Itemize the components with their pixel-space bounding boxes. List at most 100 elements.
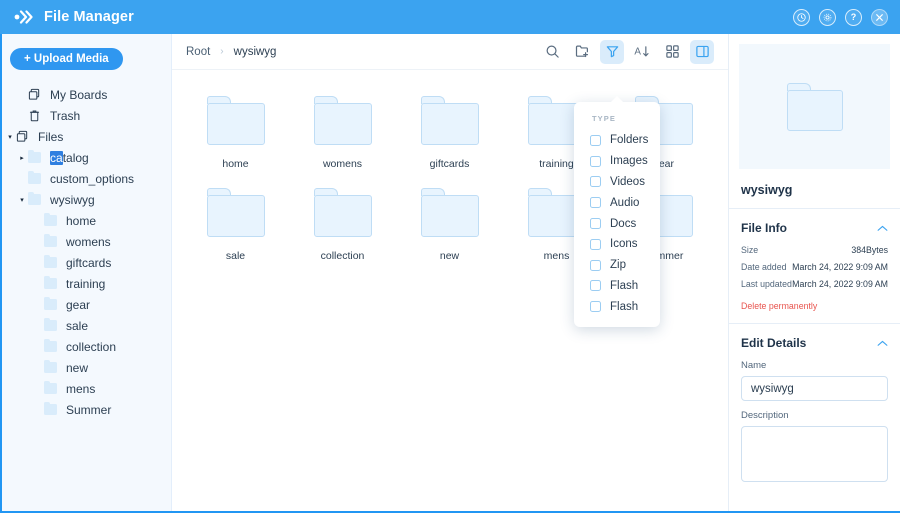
sidebar-item-label: Files bbox=[38, 129, 64, 144]
folder-icon bbox=[28, 149, 45, 163]
chevron-down-icon[interactable]: ▾ bbox=[16, 196, 28, 204]
edit-details-header[interactable]: Edit Details bbox=[741, 336, 888, 350]
label-rest: talog bbox=[62, 150, 89, 165]
sidebar-item-label: My Boards bbox=[50, 87, 108, 102]
details-item-name: wysiwyg bbox=[741, 183, 793, 197]
sidebar-item-mens[interactable]: mens bbox=[2, 378, 171, 399]
sidebar-item-summer[interactable]: Summer bbox=[2, 399, 171, 420]
grid-item-giftcards[interactable]: giftcards bbox=[396, 96, 503, 170]
filter-option-images[interactable]: Images bbox=[574, 151, 660, 172]
sidebar-item-giftcards[interactable]: giftcards bbox=[2, 252, 171, 273]
sidebar-item-wysiwyg[interactable]: ▾ wysiwyg bbox=[2, 189, 171, 210]
sidebar-item-label: Trash bbox=[50, 108, 81, 123]
checkbox-icon[interactable] bbox=[590, 155, 601, 167]
details-panel: wysiwyg File Info Size 384Bytes Date add… bbox=[728, 34, 900, 511]
svg-text:A: A bbox=[634, 47, 641, 58]
grid-item-label: home bbox=[222, 158, 249, 170]
name-input[interactable] bbox=[741, 376, 888, 401]
sidebar-item-new[interactable]: new bbox=[2, 357, 171, 378]
checkbox-icon[interactable] bbox=[590, 301, 601, 313]
main-content: Root › wysiwyg A home womens giftcards t… bbox=[172, 34, 728, 511]
sidebar-item-label: catalog bbox=[45, 150, 89, 165]
filter-option-label: Folders bbox=[610, 134, 649, 147]
checkbox-icon[interactable] bbox=[590, 134, 601, 146]
folder-plus-icon[interactable] bbox=[570, 40, 594, 64]
filter-option-icons[interactable]: Icons bbox=[574, 234, 660, 255]
search-icon[interactable] bbox=[540, 40, 564, 64]
filter-option-label: Flash bbox=[610, 279, 639, 292]
filter-option-folders[interactable]: Folders bbox=[574, 130, 660, 151]
description-textarea[interactable] bbox=[741, 426, 888, 482]
upload-media-button[interactable]: + Upload Media bbox=[10, 48, 123, 70]
filter-option-flash-1[interactable]: Flash bbox=[574, 276, 660, 297]
folder-icon bbox=[28, 170, 45, 184]
grid-view-icon[interactable] bbox=[660, 40, 684, 64]
sidebar-item-label: giftcards bbox=[66, 255, 112, 270]
info-row-date-added: Date added March 24, 2022 9:09 AM bbox=[741, 262, 888, 272]
folder-icon bbox=[44, 212, 61, 226]
filter-option-label: Videos bbox=[610, 175, 645, 188]
filter-option-zip[interactable]: Zip bbox=[574, 255, 660, 276]
name-field-label: Name bbox=[741, 360, 767, 371]
close-button[interactable] bbox=[871, 8, 888, 26]
chevron-down-icon[interactable]: ▾ bbox=[4, 133, 16, 141]
sidebar-item-files[interactable]: ▾ Files bbox=[2, 126, 171, 147]
info-value: March 24, 2022 9:09 AM bbox=[792, 279, 888, 289]
sidebar-item-training[interactable]: training bbox=[2, 273, 171, 294]
breadcrumb-item-current[interactable]: wysiwyg bbox=[234, 46, 277, 58]
sidebar-item-my-boards[interactable]: My Boards bbox=[2, 84, 171, 105]
filter-dropdown-title: TYPE bbox=[592, 114, 616, 123]
file-info-title: File Info bbox=[741, 221, 787, 235]
side-panel-icon[interactable] bbox=[690, 39, 714, 64]
sidebar-item-label: custom_options bbox=[50, 171, 135, 186]
checkbox-icon[interactable] bbox=[590, 197, 601, 209]
sort-alpha-down-icon[interactable]: A bbox=[630, 40, 654, 64]
sidebar-item-womens[interactable]: womens bbox=[2, 231, 171, 252]
sidebar-item-custom-options[interactable]: custom_options bbox=[2, 168, 171, 189]
preview-thumbnail bbox=[739, 44, 890, 169]
grid-item-womens[interactable]: womens bbox=[289, 96, 396, 170]
chevron-up-icon[interactable] bbox=[877, 340, 888, 347]
settings-button[interactable] bbox=[819, 8, 836, 26]
checkbox-icon[interactable] bbox=[590, 259, 601, 271]
sidebar-item-home[interactable]: home bbox=[2, 210, 171, 231]
sidebar-item-sale[interactable]: sale bbox=[2, 315, 171, 336]
breadcrumb-item-root[interactable]: Root bbox=[186, 46, 210, 58]
edit-details-title: Edit Details bbox=[741, 336, 807, 350]
filter-option-audio[interactable]: Audio bbox=[574, 192, 660, 213]
help-button[interactable]: ? bbox=[845, 8, 862, 26]
delete-permanently-link[interactable]: Delete permanently bbox=[741, 301, 817, 311]
grid-item-label: mens bbox=[543, 250, 570, 262]
grid-item-sale[interactable]: sale bbox=[182, 188, 289, 262]
filter-option-docs[interactable]: Docs bbox=[574, 213, 660, 234]
boards-icon bbox=[16, 130, 33, 143]
file-info-header[interactable]: File Info bbox=[741, 221, 888, 235]
sidebar-item-catalog[interactable]: ▸ catalog bbox=[2, 147, 171, 168]
sidebar-item-label: collection bbox=[66, 339, 117, 354]
chevron-right-icon[interactable]: ▸ bbox=[16, 154, 28, 162]
grid-item-label: training bbox=[539, 158, 574, 170]
window-body: + Upload Media My Boards Trash ▾ Files ▸… bbox=[0, 34, 900, 511]
history-button[interactable] bbox=[793, 8, 810, 26]
checkbox-icon[interactable] bbox=[590, 238, 601, 250]
checkbox-icon[interactable] bbox=[590, 280, 601, 292]
sidebar-item-collection[interactable]: collection bbox=[2, 336, 171, 357]
filter-funnel-icon[interactable] bbox=[600, 39, 624, 64]
grid-item-new[interactable]: new bbox=[396, 188, 503, 262]
filter-dropdown: TYPE Folders Images Videos Audio Docs Ic… bbox=[574, 95, 660, 328]
folder-icon bbox=[44, 233, 61, 247]
folder-icon bbox=[44, 275, 61, 289]
sidebar-item-trash[interactable]: Trash bbox=[2, 105, 171, 126]
grid-item-home[interactable]: home bbox=[182, 96, 289, 170]
folder-icon bbox=[313, 96, 372, 145]
window-actions: ? bbox=[793, 8, 888, 26]
app-title: File Manager bbox=[44, 9, 134, 25]
sidebar-item-gear[interactable]: gear bbox=[2, 294, 171, 315]
sidebar-item-label: mens bbox=[66, 381, 96, 396]
checkbox-icon[interactable] bbox=[590, 218, 601, 230]
chevron-up-icon[interactable] bbox=[877, 225, 888, 232]
filter-option-flash-2[interactable]: Flash bbox=[574, 296, 660, 317]
filter-option-videos[interactable]: Videos bbox=[574, 172, 660, 193]
checkbox-icon[interactable] bbox=[590, 176, 601, 188]
grid-item-collection[interactable]: collection bbox=[289, 188, 396, 262]
